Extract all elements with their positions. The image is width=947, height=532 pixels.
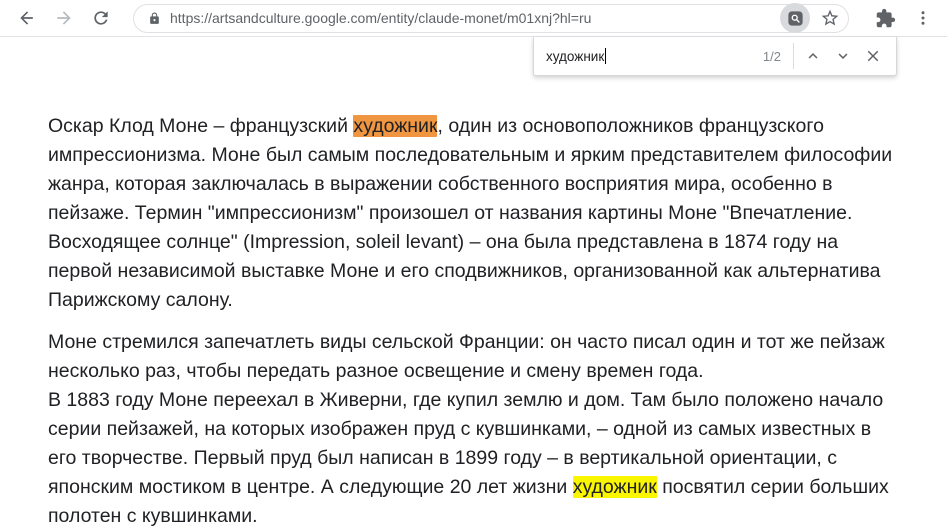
image-search-icon [786,9,805,28]
find-close-button[interactable] [858,41,888,71]
forward-icon [54,8,74,28]
find-match-highlight-active: художник [353,115,437,137]
chevron-down-icon [834,47,852,65]
url-text: https://artsandculture.google.com/entity… [170,10,780,26]
browser-menu-button[interactable] [909,4,937,32]
paragraph-monet-giverny: Моне стремился запечатлеть виды сельской… [48,328,897,531]
puzzle-piece-icon [875,8,896,29]
find-query-text: художник [546,49,604,64]
find-in-page-bar: художник 1/2 [533,37,897,76]
text-segment: Оскар Клод Моне – французский [48,115,353,137]
text-caret [605,48,606,64]
back-icon [17,8,37,28]
find-match-counter: 1/2 [763,49,781,64]
chevron-up-icon [804,47,822,65]
back-button[interactable] [14,5,40,31]
browser-toolbar: https://artsandculture.google.com/entity… [0,0,947,37]
find-bar-divider [793,43,794,69]
search-in-page-button[interactable] [780,3,810,33]
find-next-button[interactable] [828,41,858,71]
find-match-highlight-match: художник [573,476,657,498]
page-content: Оскар Клод Моне – французский художник, … [0,37,947,531]
star-outline-icon [820,8,840,28]
three-dots-menu-icon [914,9,932,27]
text-segment: , один из основоположников французского … [48,115,892,311]
reload-button[interactable] [88,5,114,31]
find-input[interactable]: художник [546,37,757,75]
text-segment: Моне стремился запечатлеть виды сельской… [48,331,885,382]
find-previous-button[interactable] [798,41,828,71]
extensions-button[interactable] [871,4,899,32]
paragraph-monet-intro: Оскар Клод Моне – французский художник, … [48,112,897,315]
https-lock-icon [148,12,161,25]
close-icon [864,47,882,65]
bookmark-button[interactable] [816,4,844,32]
address-bar[interactable]: https://artsandculture.google.com/entity… [133,4,849,33]
reload-icon [91,8,111,28]
forward-button[interactable] [51,5,77,31]
